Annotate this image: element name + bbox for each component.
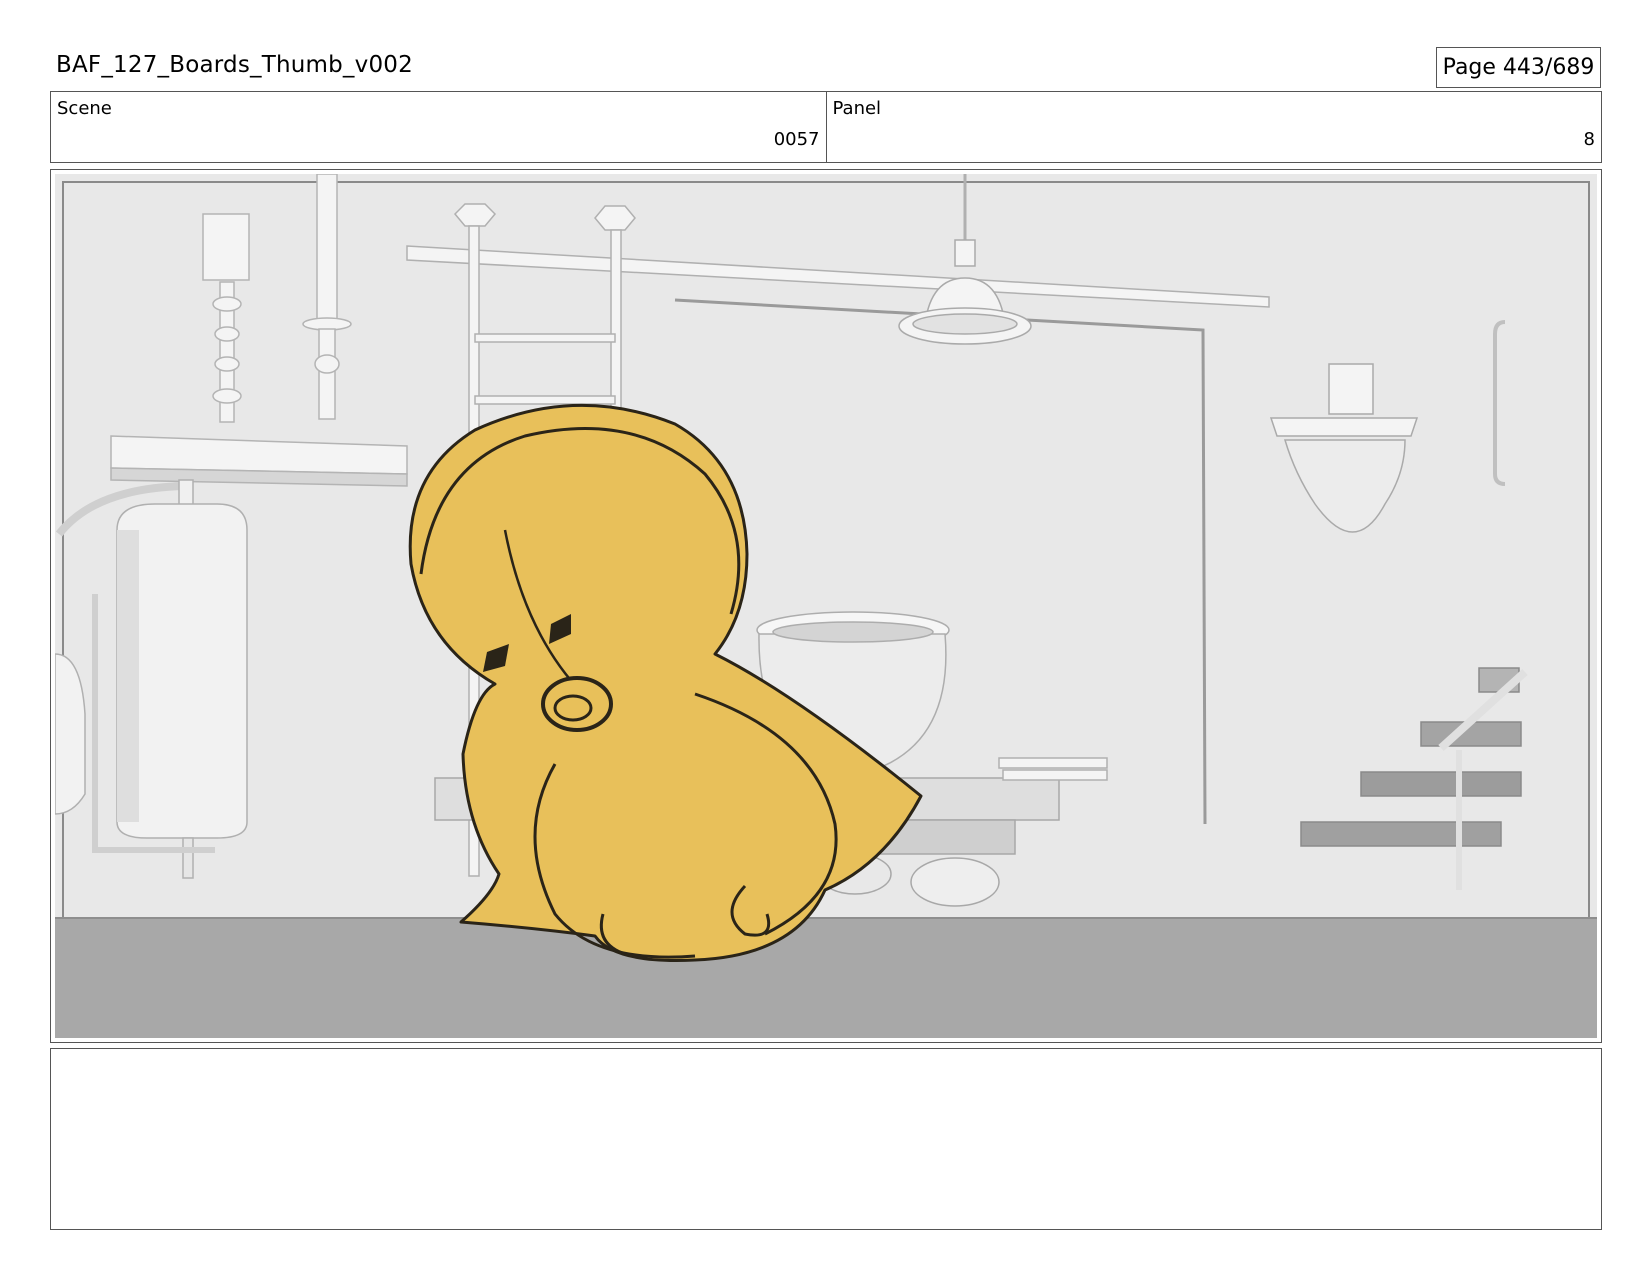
scene-panel-info: Scene 0057 Panel 8 [50,91,1602,163]
scene-number: 0057 [773,129,820,150]
page-indicator: Page 443/689 [1436,47,1601,88]
document-title: BAF_127_Boards_Thumb_v002 [56,52,413,78]
character-beak [541,676,613,732]
scene-cell: Scene 0057 [51,92,826,162]
scene-label: Scene [57,98,112,119]
storyboard-drawing [55,174,1597,1038]
panel-label: Panel [832,98,882,119]
floor [55,918,1597,1038]
panel-number: 8 [1583,129,1595,150]
wall-background [55,174,1597,1038]
panel-cell: Panel 8 [825,92,1602,162]
storyboard-panel [50,169,1602,1043]
panel-notes [50,1048,1602,1230]
